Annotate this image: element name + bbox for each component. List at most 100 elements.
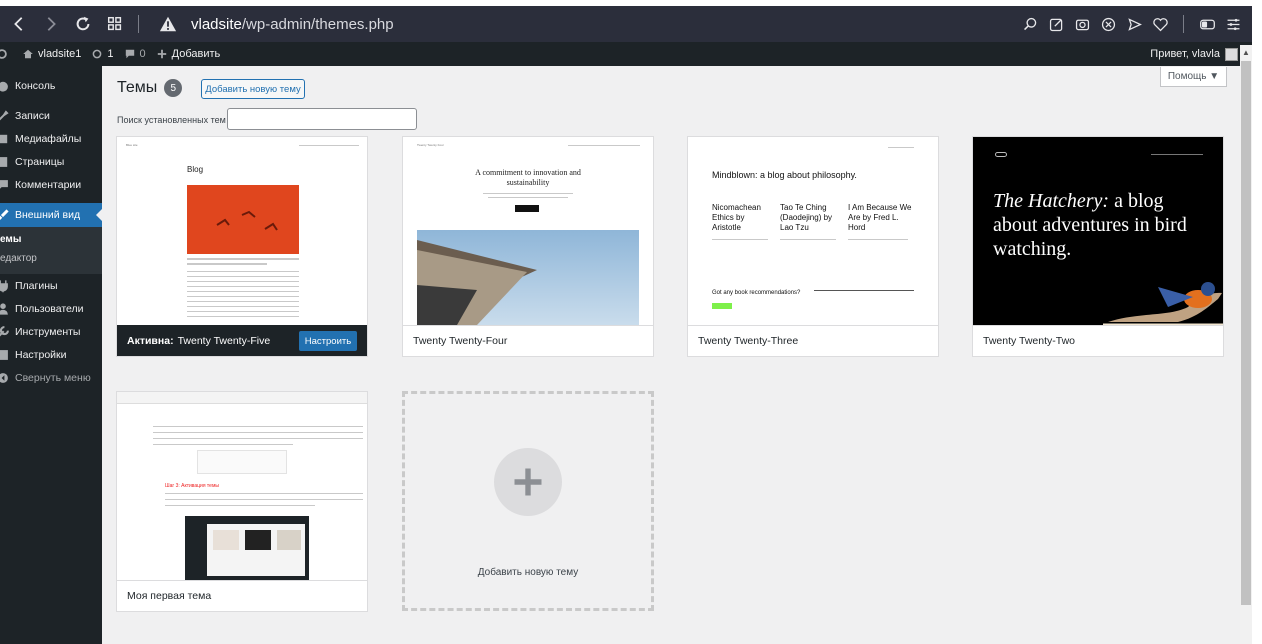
favorites-button[interactable] (1147, 11, 1173, 37)
updates-link[interactable]: 1 (91, 42, 114, 66)
url-path: /wp-admin/themes.php (241, 15, 394, 33)
preview-nav (568, 145, 640, 146)
menu-pages[interactable]: Страницы (0, 150, 102, 173)
preview-heading: The Hatchery: a blog about adventures in… (993, 189, 1193, 261)
scroll-thumb[interactable] (1241, 61, 1251, 605)
add-new-theme-card[interactable]: Добавить новую тему (402, 391, 654, 611)
admin-sidebar: Консоль Записи Медиафайлы Страницы Комме… (0, 66, 102, 644)
toolbar-separator (138, 15, 139, 33)
theme-name-bar: Twenty Twenty-Two (973, 325, 1223, 356)
wp-logo-button[interactable] (0, 42, 12, 66)
preview-heading: A commitment to innovation and sustainab… (475, 168, 581, 187)
reload-button[interactable] (70, 11, 96, 37)
new-content-link[interactable]: Добавить (156, 42, 221, 66)
theme-card-my-first-theme[interactable]: Шаг 3: Активация темы Моя первая тема (116, 391, 368, 612)
add-theme-plus[interactable] (494, 448, 562, 516)
site-name-link[interactable]: vladsite1 (22, 42, 81, 66)
menu-dashboard[interactable]: Консоль (0, 74, 102, 97)
preview-site-title: Blue site (126, 143, 138, 147)
theme-name: Моя первая тема (127, 590, 212, 602)
camera-icon (1075, 19, 1089, 30)
theme-name: Twenty Twenty-Four (413, 335, 508, 347)
menu-users[interactable]: Пользователи (0, 297, 102, 320)
menu-label: Внешний вид (15, 209, 81, 221)
theme-screenshot[interactable]: Шаг 3: Активация темы (117, 392, 367, 580)
back-button[interactable] (6, 11, 32, 37)
scroll-up-arrow[interactable]: ▲ (1240, 45, 1252, 59)
preview-toolbar (117, 392, 367, 404)
customize-button[interactable]: Настроить (299, 331, 357, 351)
menu-comments[interactable]: Комментарии (0, 173, 102, 196)
security-warning-button[interactable] (155, 11, 181, 37)
apps-button[interactable] (102, 11, 128, 37)
theme-name: Twenty Twenty-Three (698, 335, 799, 347)
theme-name-bar: Twenty Twenty-Three (688, 325, 938, 356)
edit-button[interactable] (1043, 11, 1069, 37)
menu-button[interactable] (1220, 11, 1246, 37)
new-content-label: Добавить (171, 48, 221, 60)
menu-media[interactable]: Медиафайлы (0, 127, 102, 150)
menu-label: Инструменты (15, 325, 81, 338)
menu-posts[interactable]: Записи (0, 104, 102, 127)
shield-icon (1101, 17, 1115, 31)
submenu-themes[interactable]: емы (0, 230, 102, 249)
sidebar-toggle-button[interactable] (1194, 11, 1220, 37)
theme-screenshot[interactable]: Blue site Blog (117, 137, 367, 325)
menu-plugins[interactable]: Плагины (0, 274, 102, 297)
bird-illustration-icon (1103, 282, 1223, 325)
page-scrollbar[interactable]: ▲ (1240, 45, 1252, 644)
comment-icon (0, 179, 8, 189)
preview-footer-text: Got any book recommendations? (712, 290, 801, 296)
search-themes-input[interactable] (227, 108, 417, 130)
menu-label: Пользователи (15, 302, 84, 315)
page-title: Темы 5 (117, 79, 183, 97)
theme-card-twenty-twenty-four[interactable]: Twenty Twenty Four A commitment to innov… (402, 136, 654, 357)
brush-icon (0, 209, 9, 220)
warning-icon (159, 16, 177, 32)
theme-card-twenty-twenty-five[interactable]: Blue site Blog Активна: Twenty Twenty-Fi… (116, 136, 368, 357)
theme-screenshot[interactable]: Twenty Twenty Four A commitment to innov… (403, 137, 653, 325)
submenu-editor[interactable]: едактор (0, 249, 102, 268)
theme-screenshot[interactable]: The Hatchery: a blog about adventures in… (973, 137, 1223, 325)
forward-button[interactable] (38, 11, 64, 37)
preview-building-image (417, 230, 639, 325)
add-new-theme-button[interactable]: Добавить новую тему (201, 79, 305, 99)
screenshot-button[interactable] (1069, 11, 1095, 37)
theme-name: Twenty Twenty-Two (983, 335, 1076, 347)
preview-col-3: I Am Because We Are by Fred L. Hord (848, 203, 912, 232)
address-bar[interactable]: vladsite/wp-admin/themes.php (191, 16, 394, 33)
send-button[interactable] (1121, 11, 1147, 37)
updates-icon (93, 49, 102, 59)
search-icon (1023, 17, 1036, 30)
theme-card-twenty-twenty-three[interactable]: Mindblown: a blog about philosophy. Nico… (687, 136, 939, 357)
comments-link[interactable]: 0 (124, 42, 146, 66)
preview-col-1: Nicomachean Ethics by Aristotle (712, 203, 761, 232)
theme-count-badge: 5 (164, 79, 183, 97)
menu-label: Свернуть меню (15, 371, 91, 384)
menu-label: Настройки (15, 348, 67, 361)
page-title-text: Темы (117, 79, 158, 96)
menu-settings[interactable]: Настройки (0, 343, 102, 366)
site-name: vladsite1 (38, 48, 82, 60)
grid-icon (107, 16, 122, 31)
preview-col-2: Tao Te Ching (Daodejing) by Lao Tzu (780, 203, 833, 232)
menu-tools[interactable]: Инструменты (0, 320, 102, 343)
theme-card-twenty-twenty-two[interactable]: The Hatchery: a blog about adventures in… (972, 136, 1224, 357)
collapse-menu-button[interactable]: Свернуть меню (0, 366, 102, 389)
theme-screenshot[interactable]: Mindblown: a blog about philosophy. Nico… (688, 137, 938, 325)
search-page-button[interactable] (1017, 11, 1043, 37)
page-icon (0, 156, 8, 167)
help-tab-button[interactable]: Помощь ▼ (1160, 67, 1227, 87)
wrench-icon (0, 325, 9, 336)
users-icon (0, 302, 8, 315)
preview-cta (515, 205, 539, 212)
menu-appearance[interactable]: Внешний вид (0, 203, 102, 227)
menu-label: Консоль (15, 79, 56, 92)
browser-toolbar: vladsite/wp-admin/themes.php (0, 6, 1252, 42)
adblock-button[interactable] (1095, 11, 1121, 37)
theme-name-bar: Моя первая тема (117, 580, 367, 611)
account-menu[interactable]: Привет, vlavla (1150, 47, 1238, 61)
send-icon (1127, 17, 1142, 31)
heart-icon (1152, 17, 1168, 31)
updates-count: 1 (107, 48, 114, 60)
